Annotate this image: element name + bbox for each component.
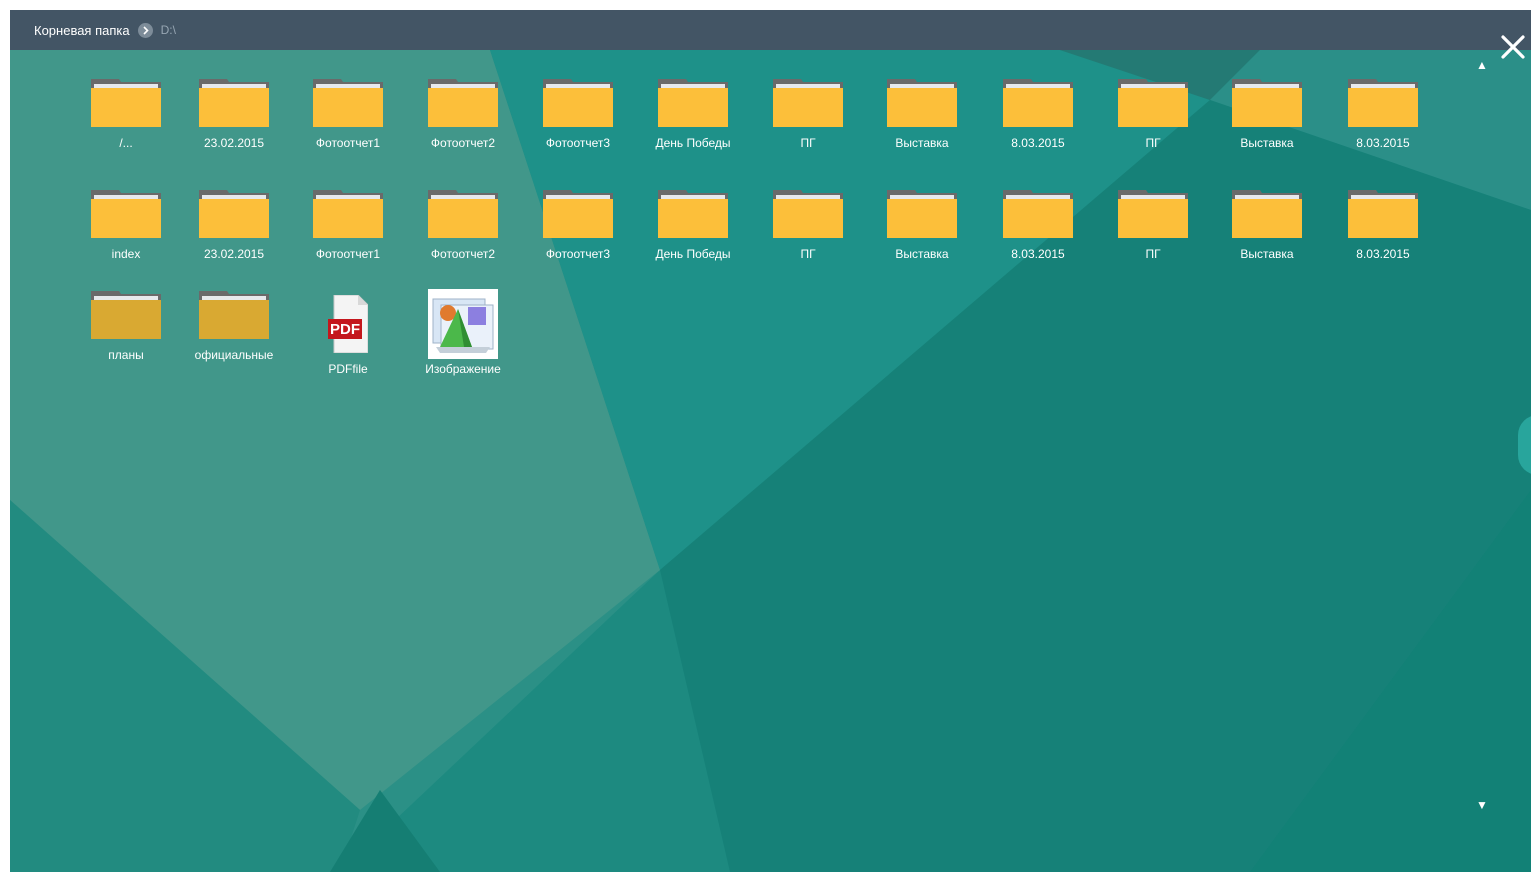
folder-icon bbox=[199, 188, 269, 238]
item-label: официальные bbox=[194, 348, 274, 362]
file-browser: Корневая папка D:\ ▲ ▼ /... 23.02.2015 Фот… bbox=[10, 10, 1531, 872]
item-label: ПГ bbox=[1145, 136, 1161, 150]
folder-item[interactable]: 8.03.2015 bbox=[983, 77, 1093, 177]
item-label: Фотоотчет1 bbox=[315, 136, 381, 150]
item-label: Фотоотчет1 bbox=[315, 247, 381, 261]
item-label: День Победы bbox=[655, 247, 731, 261]
item-label: планы bbox=[108, 348, 144, 362]
item-label: ПГ bbox=[1145, 247, 1161, 261]
folder-icon bbox=[313, 188, 383, 238]
item-label: index bbox=[111, 247, 141, 261]
folder-icon bbox=[199, 77, 269, 127]
folder-icon bbox=[773, 77, 843, 127]
svg-text:PDF: PDF bbox=[330, 321, 360, 338]
breadcrumb-root[interactable]: Корневая папка bbox=[34, 23, 130, 38]
folder-item[interactable]: Выставка bbox=[867, 77, 977, 177]
chevron-right-icon bbox=[137, 22, 153, 38]
folder-icon bbox=[313, 77, 383, 127]
pdf-file-icon: PDF bbox=[328, 294, 369, 354]
folder-item[interactable]: ПГ bbox=[1098, 188, 1208, 288]
folder-item[interactable]: Фотоотчет1 bbox=[293, 77, 403, 177]
folder-icon bbox=[773, 188, 843, 238]
item-label: 23.02.2015 bbox=[203, 136, 265, 150]
item-label: ПГ bbox=[800, 247, 816, 261]
close-icon[interactable] bbox=[1498, 32, 1528, 62]
folder-icon bbox=[1232, 77, 1302, 127]
folder-icon bbox=[91, 289, 161, 339]
item-label: 23.02.2015 bbox=[203, 247, 265, 261]
breadcrumb-path[interactable]: D:\ bbox=[161, 23, 176, 37]
item-label: Фотоотчет2 bbox=[430, 247, 496, 261]
item-label: Выставка bbox=[895, 136, 949, 150]
item-label: ПГ bbox=[800, 136, 816, 150]
folder-icon bbox=[428, 77, 498, 127]
pdf-file-item[interactable]: PDF PDFfile bbox=[293, 289, 403, 389]
folder-icon bbox=[1348, 77, 1418, 127]
folder-item[interactable]: Выставка bbox=[867, 188, 977, 288]
folder-icon bbox=[1232, 188, 1302, 238]
item-label: Выставка bbox=[1240, 247, 1294, 261]
folder-item[interactable]: 23.02.2015 bbox=[179, 77, 289, 177]
folder-item[interactable]: 23.02.2015 bbox=[179, 188, 289, 288]
image-file-icon bbox=[428, 289, 498, 359]
image-file-item[interactable]: Изображение bbox=[408, 289, 518, 389]
folder-item[interactable]: /... bbox=[71, 77, 181, 177]
folder-icon bbox=[658, 188, 728, 238]
folder-item[interactable]: ПГ bbox=[753, 77, 863, 177]
folder-item[interactable]: Фотоотчет1 bbox=[293, 188, 403, 288]
folder-item[interactable]: 8.03.2015 bbox=[983, 188, 1093, 288]
item-label: Фотоотчет2 bbox=[430, 136, 496, 150]
item-label: 8.03.2015 bbox=[1356, 247, 1410, 261]
arrow-up-icon[interactable]: ▲ bbox=[1474, 58, 1490, 72]
item-label: Выставка bbox=[895, 247, 949, 261]
folder-icon bbox=[91, 77, 161, 127]
folder-icon bbox=[887, 77, 957, 127]
item-label: Фотоотчет3 bbox=[545, 136, 611, 150]
folder-item[interactable]: официальные bbox=[179, 289, 289, 389]
folder-item[interactable]: Фотоотчет2 bbox=[408, 77, 518, 177]
folder-item[interactable]: Выставка bbox=[1212, 188, 1322, 288]
folder-item[interactable]: планы bbox=[71, 289, 181, 389]
folder-item[interactable]: index bbox=[71, 188, 181, 288]
folder-icon bbox=[1003, 188, 1073, 238]
folder-item[interactable]: День Победы bbox=[638, 188, 748, 288]
folder-icon bbox=[199, 289, 269, 339]
item-label: День Победы bbox=[655, 136, 731, 150]
folder-item[interactable]: День Победы bbox=[638, 77, 748, 177]
folder-icon bbox=[658, 77, 728, 127]
folder-item[interactable]: ПГ bbox=[753, 188, 863, 288]
folder-icon bbox=[887, 188, 957, 238]
item-label: Выставка bbox=[1240, 136, 1294, 150]
folder-icon bbox=[1118, 188, 1188, 238]
item-label: 8.03.2015 bbox=[1356, 136, 1410, 150]
folder-item[interactable]: Фотоотчет2 bbox=[408, 188, 518, 288]
header-bar: Корневая папка D:\ bbox=[10, 10, 1531, 50]
item-label: /... bbox=[119, 136, 133, 150]
folder-icon bbox=[543, 77, 613, 127]
folder-item[interactable]: Фотоотчет3 bbox=[523, 77, 633, 177]
folder-icon bbox=[1003, 77, 1073, 127]
folder-item[interactable]: Фотоотчет3 bbox=[523, 188, 633, 288]
item-label: Фотоотчет3 bbox=[545, 247, 611, 261]
folder-icon bbox=[428, 188, 498, 238]
folder-icon bbox=[1118, 77, 1188, 127]
item-label: PDFfile bbox=[328, 362, 368, 376]
folder-item[interactable]: 8.03.2015 bbox=[1328, 77, 1438, 177]
folder-item[interactable]: Выставка bbox=[1212, 77, 1322, 177]
item-label: 8.03.2015 bbox=[1011, 136, 1065, 150]
folder-item[interactable]: 8.03.2015 bbox=[1328, 188, 1438, 288]
folder-icon bbox=[91, 188, 161, 238]
folder-icon bbox=[543, 188, 613, 238]
folder-item[interactable]: ПГ bbox=[1098, 77, 1208, 177]
item-label: 8.03.2015 bbox=[1011, 247, 1065, 261]
item-label: Изображение bbox=[425, 362, 501, 376]
arrow-down-icon[interactable]: ▼ bbox=[1474, 798, 1490, 812]
folder-icon bbox=[1348, 188, 1418, 238]
